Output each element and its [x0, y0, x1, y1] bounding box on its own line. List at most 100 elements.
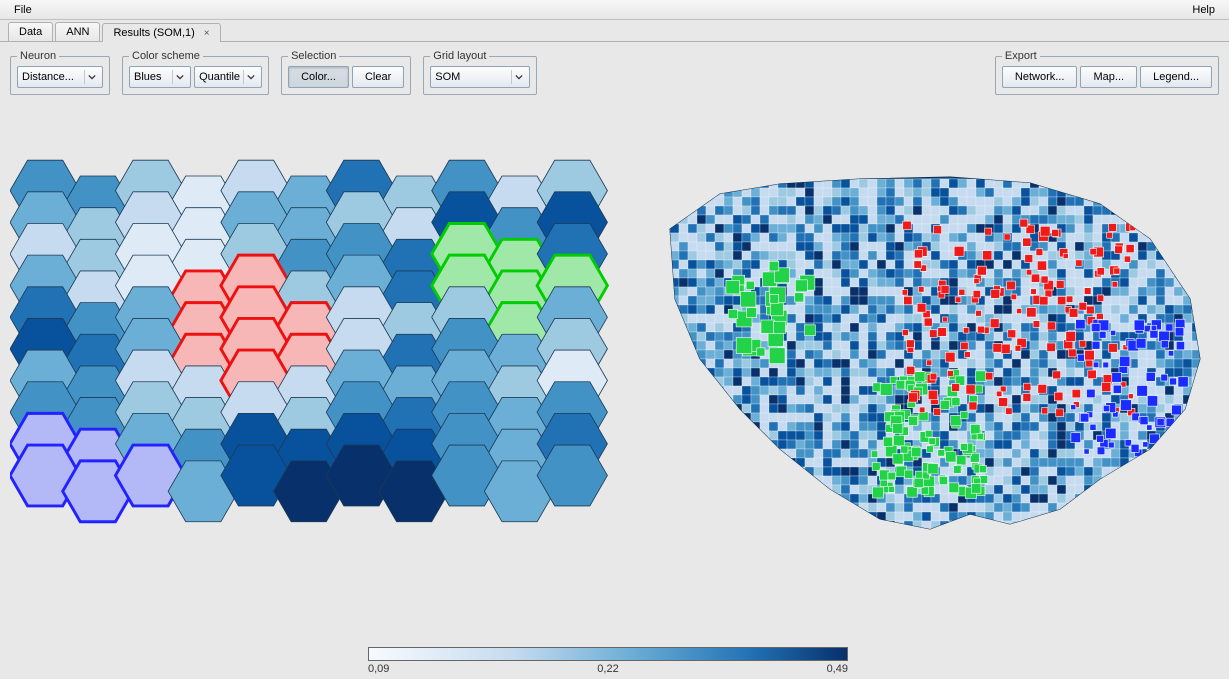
map-selection-red [1079, 340, 1086, 347]
map-selection-red [907, 340, 915, 348]
map-selection-red [1112, 281, 1118, 287]
map-selection-red [1086, 360, 1093, 367]
map-selection-blue [1146, 372, 1155, 381]
map-selection-red [1052, 229, 1059, 236]
map-selection-blue [1178, 377, 1188, 387]
color-ramp-combo[interactable]: Blues [129, 66, 191, 88]
map-selection-green [893, 423, 903, 433]
color-scheme-group: Color scheme Blues Quantile [122, 50, 269, 95]
chevron-down-icon [511, 70, 525, 84]
map-selection-red [947, 371, 953, 377]
tab-ann[interactable]: ANN [55, 22, 100, 41]
classify-value: Quantile [199, 71, 240, 83]
map-selection-red [965, 352, 971, 358]
export-map-button[interactable]: Map... [1080, 66, 1137, 88]
map-selection-red [930, 373, 937, 380]
map-selection-red [1008, 330, 1016, 338]
map-selection-red [1107, 232, 1113, 238]
map-selection-red [1069, 309, 1078, 318]
export-group: Export Network... Map... Legend... [995, 50, 1219, 95]
map-selection-blue [1071, 433, 1081, 443]
us-map[interactable] [630, 129, 1220, 569]
map-selection-red [1102, 382, 1111, 391]
map-selection-red [1006, 408, 1013, 415]
som-hexgrid[interactable] [10, 103, 625, 613]
map-selection-green [769, 261, 779, 271]
map-selection-red [985, 372, 993, 380]
map-selection-red [996, 391, 1001, 396]
map-selection-red [1045, 290, 1052, 297]
map-selection-red [924, 318, 932, 326]
map-selection-blue [1172, 405, 1182, 415]
tab-results[interactable]: Results (SOM,1) × [102, 23, 220, 42]
map-selection-red [1063, 253, 1068, 258]
map-selection-green [893, 435, 904, 446]
map-selection-red [1066, 332, 1076, 342]
tab-data[interactable]: Data [8, 22, 53, 41]
map-selection-red [1017, 308, 1022, 313]
export-legend-button[interactable]: Legend... [1140, 66, 1212, 88]
map-selection-red [934, 408, 941, 415]
map-selection-red [908, 393, 917, 402]
map-selection-red [914, 250, 922, 258]
map-selection-red [938, 328, 947, 337]
map-selection-red [966, 385, 975, 394]
map-selection-red [1086, 306, 1094, 314]
menu-help[interactable]: Help [1186, 2, 1221, 18]
map-selection-red [976, 310, 982, 316]
map-selection-red [954, 246, 964, 256]
menu-file[interactable]: File [8, 2, 38, 18]
map-selection-red [1090, 248, 1096, 254]
map-selection-green [773, 321, 785, 333]
map-selection-blue [1080, 413, 1089, 422]
grid-layout-value: SOM [435, 71, 460, 83]
map-selection-blue [1071, 405, 1076, 410]
map-selection-blue [1144, 325, 1151, 332]
map-selection-green [880, 383, 892, 395]
map-selection-red [1128, 394, 1133, 399]
tab-data-label: Data [19, 26, 42, 38]
map-selection-blue [1112, 373, 1122, 383]
map-selection-blue [1168, 351, 1173, 356]
map-selection-green [896, 380, 905, 389]
map-selection-blue [1166, 324, 1173, 331]
map-selection-red [919, 407, 925, 413]
map-selection-red [1114, 268, 1120, 274]
map-selection-red [918, 286, 924, 292]
map-selection-blue [1161, 341, 1168, 348]
map-selection-blue [1147, 396, 1157, 406]
map-selection-red [959, 289, 965, 295]
map-selection-green [921, 487, 928, 494]
map-selection-red [993, 343, 1002, 352]
map-selection-blue [1170, 378, 1177, 385]
close-icon[interactable]: × [204, 28, 210, 39]
map-selection-red [961, 342, 969, 350]
map-selection-red [1056, 280, 1064, 288]
neuron-combo[interactable]: Distance... [17, 66, 103, 88]
map-selection-green [975, 371, 986, 382]
classify-combo[interactable]: Quantile [194, 66, 262, 88]
map-selection-blue [1175, 327, 1184, 336]
map-selection-red [985, 228, 992, 235]
map-selection-red [1036, 249, 1043, 256]
color-scheme-legend: Color scheme [129, 50, 203, 62]
legend-max: 0,49 [827, 663, 848, 675]
map-selection-blue [1099, 331, 1106, 338]
map-selection-red [929, 330, 937, 338]
export-network-button[interactable]: Network... [1002, 66, 1078, 88]
map-selection-red [1037, 261, 1046, 270]
selection-clear-button[interactable]: Clear [352, 66, 404, 88]
map-selection-red [902, 330, 908, 336]
grid-layout-combo[interactable]: SOM [430, 66, 530, 88]
map-selection-green [951, 415, 961, 425]
map-selection-red [914, 261, 921, 268]
map-selection-blue [1097, 447, 1105, 455]
map-selection-green [726, 280, 740, 294]
map-selection-red [1011, 294, 1017, 300]
selection-color-button[interactable]: Color... [288, 66, 349, 88]
color-legend: 0,09 0,22 0,49 [368, 647, 848, 675]
map-selection-green [961, 411, 969, 419]
neuron-value: Distance... [22, 71, 74, 83]
map-selection-green [888, 472, 896, 480]
map-selection-blue [1108, 442, 1114, 448]
